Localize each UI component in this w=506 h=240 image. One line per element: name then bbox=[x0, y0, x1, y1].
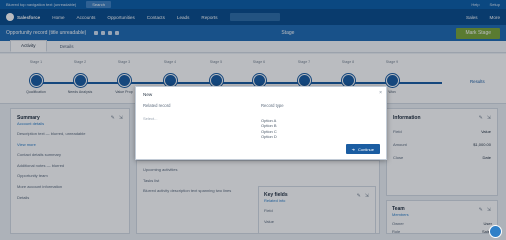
close-icon[interactable]: × bbox=[379, 90, 382, 96]
chat-icon[interactable] bbox=[489, 225, 502, 238]
modal-left-field: Related record Select... bbox=[143, 103, 243, 121]
related-record-input[interactable]: Select... bbox=[143, 116, 243, 121]
record-type-option[interactable]: Option D bbox=[261, 134, 371, 139]
record-type-list: Option A Option B Option C Option D bbox=[261, 118, 371, 140]
modal-right-field: Record type Option A Option B Option C O… bbox=[261, 103, 371, 140]
record-type-label: Record type bbox=[261, 103, 284, 108]
modal-title: New bbox=[143, 92, 153, 97]
continue-label: Continue bbox=[357, 146, 374, 152]
new-record-modal: New × Related record Select... Record ty… bbox=[135, 86, 387, 160]
continue-button[interactable]: ➜ Continue bbox=[345, 144, 380, 154]
arrow-icon: ➜ bbox=[351, 146, 355, 152]
related-record-label: Related record bbox=[143, 103, 171, 108]
